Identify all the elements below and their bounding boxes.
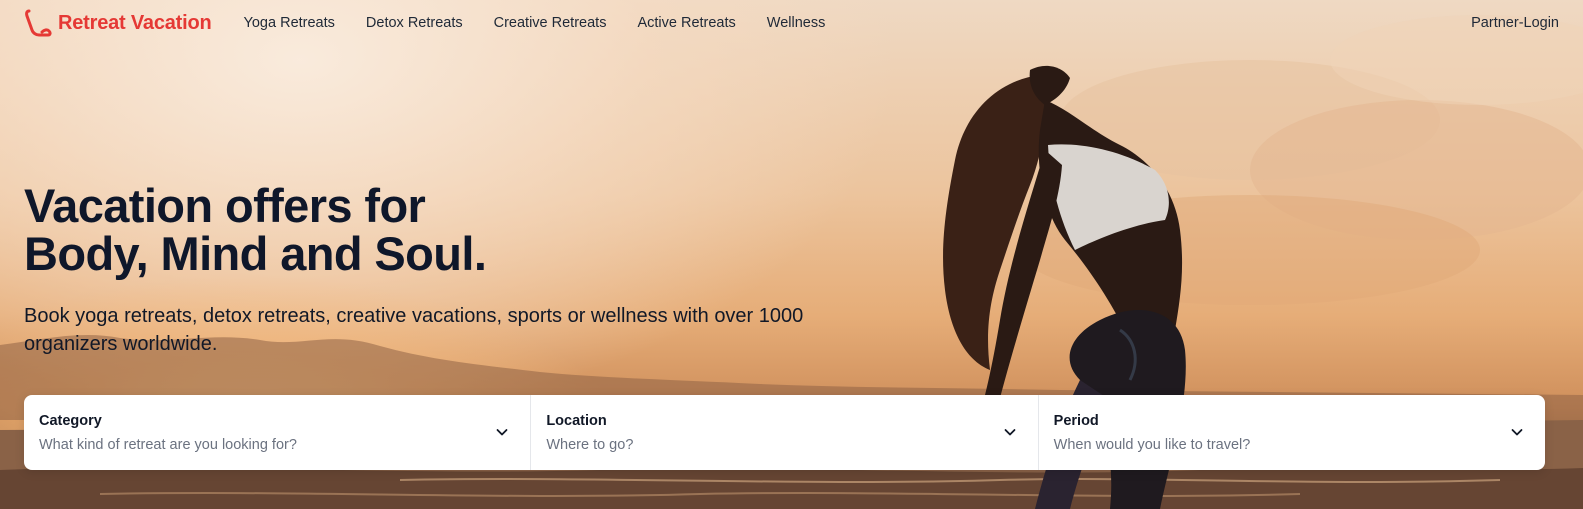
hero-content: Vacation offers for Body, Mind and Soul.… [24, 182, 804, 358]
period-select[interactable]: Period When would you like to travel? [1037, 395, 1545, 470]
location-select[interactable]: Location Where to go? [530, 395, 1037, 470]
category-select[interactable]: Category What kind of retreat are you lo… [24, 395, 530, 470]
category-placeholder: What kind of retreat are you looking for… [39, 437, 297, 453]
top-navigation: Retreat Vacation Yoga Retreats Detox Ret… [0, 0, 1583, 46]
hero-title-line-2: Body, Mind and Soul. [24, 227, 487, 280]
chevron-down-icon [1004, 429, 1016, 436]
retreat-search-bar: Category What kind of retreat are you lo… [24, 395, 1545, 470]
category-label: Category [39, 413, 102, 429]
primary-nav-links: Yoga Retreats Detox Retreats Creative Re… [244, 15, 826, 31]
period-label: Period [1053, 413, 1099, 429]
nav-link-creative-retreats[interactable]: Creative Retreats [494, 15, 607, 31]
brand-logo-link[interactable]: Retreat Vacation [24, 8, 212, 38]
nav-link-active-retreats[interactable]: Active Retreats [637, 15, 735, 31]
nav-link-wellness[interactable]: Wellness [767, 15, 826, 31]
hero-title-line-1: Vacation offers for [24, 179, 426, 232]
hero-section: Retreat Vacation Yoga Retreats Detox Ret… [0, 0, 1583, 509]
hero-subtitle: Book yoga retreats, detox retreats, crea… [24, 305, 804, 355]
chevron-down-icon [1511, 429, 1523, 436]
retreat-logo-icon [25, 9, 52, 37]
period-placeholder: When would you like to travel? [1053, 437, 1251, 453]
brand-name: Retreat Vacation [58, 11, 212, 34]
chevron-down-icon [496, 429, 508, 436]
nav-link-detox-retreats[interactable]: Detox Retreats [366, 15, 463, 31]
location-label: Location [546, 413, 607, 429]
location-placeholder: Where to go? [546, 437, 634, 453]
hero-title: Vacation offers for Body, Mind and Soul. [24, 182, 804, 278]
nav-link-yoga-retreats[interactable]: Yoga Retreats [244, 15, 335, 31]
partner-login-link[interactable]: Partner-Login [1471, 15, 1559, 31]
